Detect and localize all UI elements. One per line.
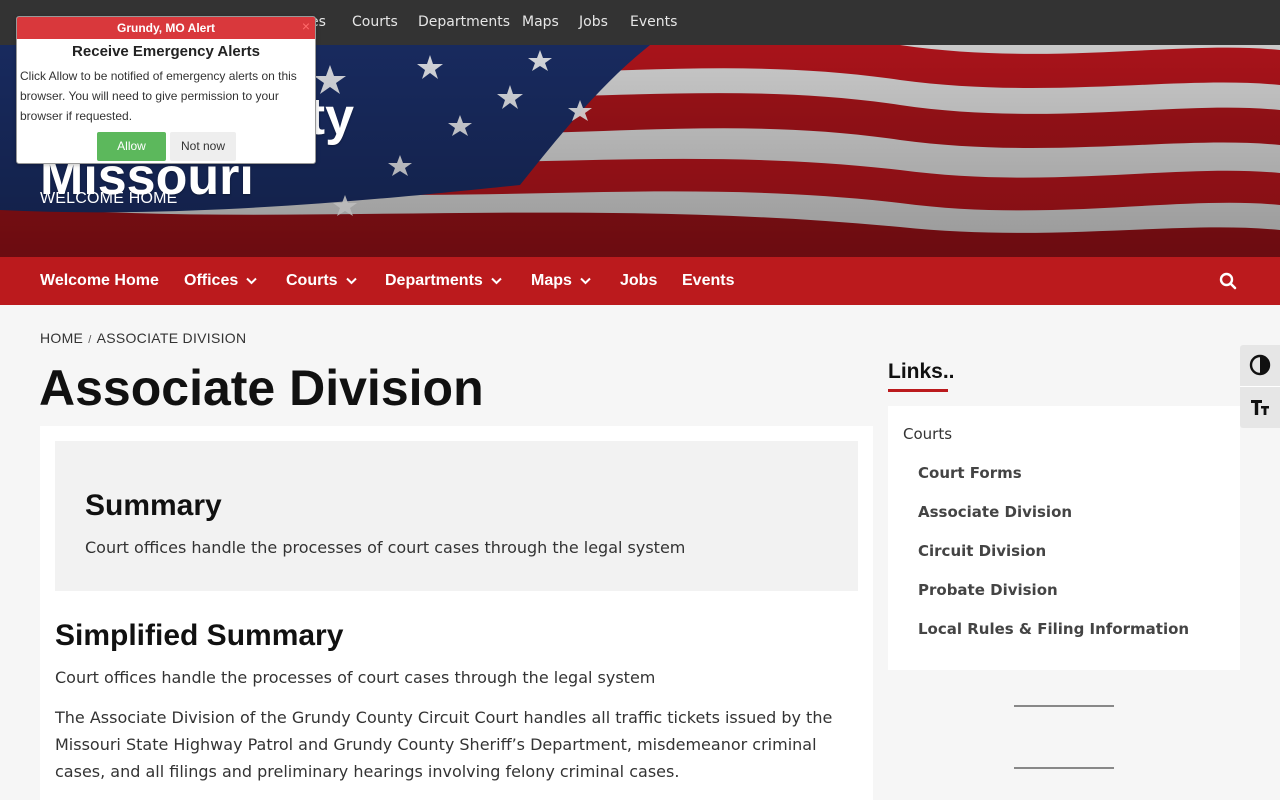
top-nav-item-jobs[interactable]: Jobs	[579, 14, 608, 30]
nav-item-jobs[interactable]: Jobs	[620, 272, 657, 290]
emergency-alert-popup: Grundy, MO Alert × Receive Emergency Ale…	[16, 16, 316, 164]
sidebar-title-underline	[888, 389, 948, 392]
sidebar-link-courts[interactable]: Courts	[903, 425, 952, 443]
content-card: Summary Court offices handle the process…	[40, 426, 873, 800]
allow-button[interactable]: Allow	[97, 132, 166, 161]
nav-item-maps[interactable]: Maps	[531, 272, 591, 290]
nav-item-offices[interactable]: Offices	[184, 272, 257, 290]
breadcrumb: HOME / ASSOCIATE DIVISION	[40, 330, 246, 346]
contrast-icon	[1249, 354, 1271, 376]
top-nav-item-events[interactable]: Events	[630, 14, 677, 30]
page-title: Associate Division	[39, 360, 484, 416]
sidebar-link-court-forms[interactable]: Court Forms	[918, 464, 1022, 482]
chevron-down-icon	[345, 277, 357, 285]
breadcrumb-home[interactable]: HOME	[40, 330, 83, 346]
alert-heading: Receive Emergency Alerts	[72, 43, 260, 60]
summary-heading: Summary	[85, 489, 222, 522]
nav-item-courts[interactable]: Courts	[286, 272, 357, 290]
sidebar-divider	[1014, 767, 1114, 769]
nav-item-departments[interactable]: Departments	[385, 272, 502, 290]
sidebar-link-local-rules[interactable]: Local Rules & Filing Information	[918, 620, 1189, 638]
close-icon[interactable]: ×	[299, 19, 313, 33]
alert-header: Grundy, MO Alert	[17, 17, 315, 39]
sidebar-link-probate-division[interactable]: Probate Division	[918, 581, 1058, 599]
simplified-summary-text: Court offices handle the processes of co…	[55, 668, 656, 687]
alert-message: Click Allow to be notified of emergency …	[20, 69, 297, 123]
summary-box: Summary Court offices handle the process…	[55, 441, 858, 591]
top-nav-item-departments[interactable]: Departments	[418, 14, 510, 30]
not-now-button[interactable]: Not now	[170, 132, 236, 161]
text-size-toggle-button[interactable]	[1240, 387, 1280, 427]
breadcrumb-separator: /	[88, 334, 92, 346]
nav-item-events[interactable]: Events	[682, 272, 734, 290]
summary-text: Court offices handle the processes of co…	[85, 538, 686, 557]
sidebar-divider	[1014, 705, 1114, 707]
top-nav-item-maps[interactable]: Maps	[522, 14, 559, 30]
chevron-down-icon	[491, 277, 502, 285]
contrast-toggle-button[interactable]	[1240, 345, 1280, 385]
sidebar-title: Links..	[888, 360, 955, 383]
accessibility-toolbar	[1240, 345, 1280, 428]
nav-item-welcome-home[interactable]: Welcome Home	[40, 272, 159, 290]
sidebar-link-circuit-division[interactable]: Circuit Division	[918, 542, 1046, 560]
chevron-down-icon	[580, 277, 591, 285]
body-paragraph: The Associate Division of the Grundy Cou…	[55, 708, 833, 781]
chevron-down-icon	[246, 277, 257, 285]
sidebar-links-card: Courts Court Forms Associate Division Ci…	[888, 406, 1240, 670]
site-tagline: WELCOME HOME	[40, 190, 178, 207]
simplified-summary-heading: Simplified Summary	[55, 619, 344, 652]
breadcrumb-current: ASSOCIATE DIVISION	[96, 330, 247, 346]
text-size-icon	[1251, 400, 1269, 415]
sidebar-link-associate-division[interactable]: Associate Division	[918, 503, 1072, 521]
main-nav: Welcome Home Offices Courts Departments …	[0, 257, 1280, 305]
search-icon[interactable]	[1219, 272, 1237, 290]
top-nav-item-courts[interactable]: Courts	[352, 14, 398, 30]
